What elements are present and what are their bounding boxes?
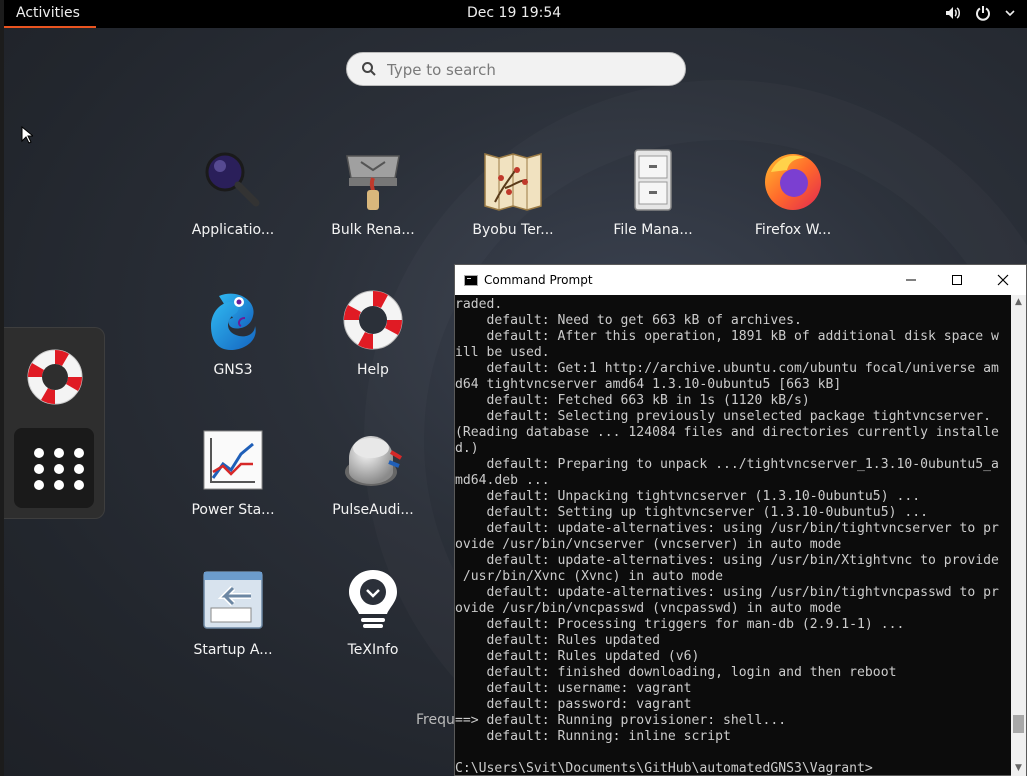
- app-help[interactable]: Help: [313, 288, 433, 398]
- window-title: Command Prompt: [484, 273, 593, 287]
- app-startup-applications[interactable]: Startup A...: [173, 568, 293, 678]
- dash-panel: [4, 327, 105, 519]
- terminal-line: default: finished downloading, login and…: [455, 665, 897, 680]
- minimize-icon: [906, 279, 916, 281]
- gns3-chameleon-icon: [211, 293, 256, 350]
- lightbulb-icon: [349, 570, 397, 628]
- terminal-line: default: update-alternatives: using /usr…: [455, 553, 999, 568]
- app-applications[interactable]: Applicatio...: [173, 148, 293, 258]
- terminal-line: default: Unpacking tightvncserver (1.3.1…: [455, 489, 921, 504]
- terminal-line: default: Need to get 663 kB of archives.: [455, 313, 802, 328]
- terminal-output[interactable]: raded. default: Need to get 663 kB of ar…: [455, 295, 1013, 776]
- app-label: Help: [357, 362, 389, 378]
- terminal-line: d.): [455, 441, 479, 456]
- terminal-line: default: update-alternatives: using /usr…: [455, 521, 999, 536]
- scrollbar-thumb[interactable]: [1013, 715, 1024, 733]
- app-label: TeXInfo: [347, 642, 399, 658]
- clock[interactable]: Dec 19 19:54: [467, 5, 561, 21]
- search-bar[interactable]: [346, 52, 686, 86]
- terminal-line: default: Preparing to unpack .../tightvn…: [455, 457, 999, 472]
- terminal-line: raded.: [455, 297, 503, 312]
- terminal-line: ovide /usr/bin/vncserver (vncserver) in …: [455, 537, 842, 552]
- app-label: Bulk Rena...: [331, 222, 415, 238]
- app-label: File Mana...: [613, 222, 693, 238]
- terminal-line: (Reading database ... 124084 files and d…: [455, 425, 999, 440]
- maximize-icon: [952, 275, 962, 285]
- command-prompt-window[interactable]: Command Prompt raded. default: Need to g…: [454, 264, 1027, 776]
- dash-help-button[interactable]: [24, 346, 86, 408]
- show-applications-button[interactable]: [14, 428, 94, 508]
- top-bar: Activities Dec 19 19:54: [4, 0, 1027, 28]
- scroll-up-icon[interactable]: ▲: [1011, 297, 1026, 309]
- app-texinfo[interactable]: TeXInfo: [313, 568, 433, 678]
- firefox-icon: [765, 154, 821, 210]
- terminal-line: default: Setting up tightvncserver (1.3.…: [455, 505, 928, 520]
- scroll-down-icon[interactable]: ▼: [1011, 763, 1026, 775]
- system-tray[interactable]: [945, 5, 1015, 25]
- app-grid-icon: [34, 448, 84, 490]
- byobu-icon: [484, 153, 542, 211]
- terminal-line: ovide /usr/bin/vncpasswd (vncpasswd) in …: [455, 601, 842, 616]
- close-icon: [997, 274, 1009, 286]
- terminal-line: default: After this operation, 1891 kB o…: [455, 329, 999, 344]
- terminal-line: d64 tightvncserver amd64 1.3.10-0ubuntu5…: [455, 377, 842, 392]
- mouse-cursor-icon: [21, 125, 35, 148]
- terminal-line: default: Selecting previously unselected…: [455, 409, 992, 424]
- app-label: Power Sta...: [191, 502, 275, 518]
- app-label: PulseAudi...: [332, 502, 414, 518]
- app-label: Firefox W...: [754, 222, 832, 238]
- terminal-line: default: username: vagrant: [455, 681, 692, 696]
- magnifier-icon: [205, 152, 260, 207]
- app-label: Startup A...: [193, 642, 273, 658]
- file-cabinet-icon: [634, 149, 672, 211]
- close-button[interactable]: [980, 265, 1026, 295]
- terminal-line: default: Running: inline script: [455, 729, 731, 744]
- chevron-down-icon[interactable]: [1005, 5, 1015, 25]
- terminal-line: md64.deb ...: [455, 473, 550, 488]
- app-label: Applicatio...: [191, 222, 275, 238]
- power-stats-chart-icon: [203, 430, 263, 490]
- terminal-line: default: Rules updated: [455, 633, 660, 648]
- app-label: Byobu Ter...: [472, 222, 554, 238]
- terminal-line: /usr/bin/Xvnc (Xvnc) in auto mode: [455, 569, 724, 584]
- search-input[interactable]: [387, 59, 667, 81]
- activities-button[interactable]: Activities: [4, 0, 96, 28]
- frequent-tab[interactable]: Frequ: [416, 712, 455, 728]
- app-bulk-rename[interactable]: Bulk Rena...: [313, 148, 433, 258]
- lifebuoy-icon: [343, 290, 403, 350]
- app-byobu-terminal[interactable]: Byobu Ter...: [453, 148, 573, 258]
- app-firefox[interactable]: Firefox W...: [733, 148, 853, 258]
- app-label: GNS3: [213, 362, 253, 378]
- lifebuoy-icon: [27, 349, 83, 405]
- terminal-line: ==> default: Running provisioner: shell.…: [455, 713, 787, 728]
- terminal-line: default: Get:1 http://archive.ubuntu.com…: [455, 361, 999, 376]
- app-power-statistics[interactable]: Power Sta...: [173, 428, 293, 538]
- terminal-line: default: Fetched 663 kB in 1s (1120 kB/s…: [455, 393, 810, 408]
- terminal-line: default: update-alternatives: using /usr…: [455, 585, 999, 600]
- terminal-line: default: Processing triggers for man-db …: [455, 617, 905, 632]
- maximize-button[interactable]: [934, 265, 980, 295]
- app-pulseaudio[interactable]: PulseAudi...: [313, 428, 433, 538]
- terminal-line: default: Rules updated (v6): [455, 649, 700, 664]
- terminal-line: default: password: vagrant: [455, 697, 692, 712]
- vertical-scrollbar[interactable]: ▲ ▼: [1011, 295, 1026, 776]
- window-titlebar[interactable]: Command Prompt: [455, 265, 1026, 295]
- search-icon: [362, 62, 376, 76]
- app-file-manager[interactable]: File Mana...: [593, 148, 713, 258]
- volume-knob-icon: [345, 436, 403, 486]
- power-icon[interactable]: [975, 5, 991, 25]
- app-gns3[interactable]: GNS3: [173, 288, 293, 398]
- console-icon: [464, 275, 478, 286]
- startup-apps-icon: [203, 571, 263, 629]
- minimize-button[interactable]: [888, 265, 934, 295]
- volume-icon[interactable]: [945, 5, 961, 25]
- bulk-rename-icon: [346, 155, 400, 210]
- terminal-line: C:\Users\Svit\Documents\GitHub\automated…: [455, 761, 873, 776]
- terminal-line: ill be used.: [455, 345, 550, 360]
